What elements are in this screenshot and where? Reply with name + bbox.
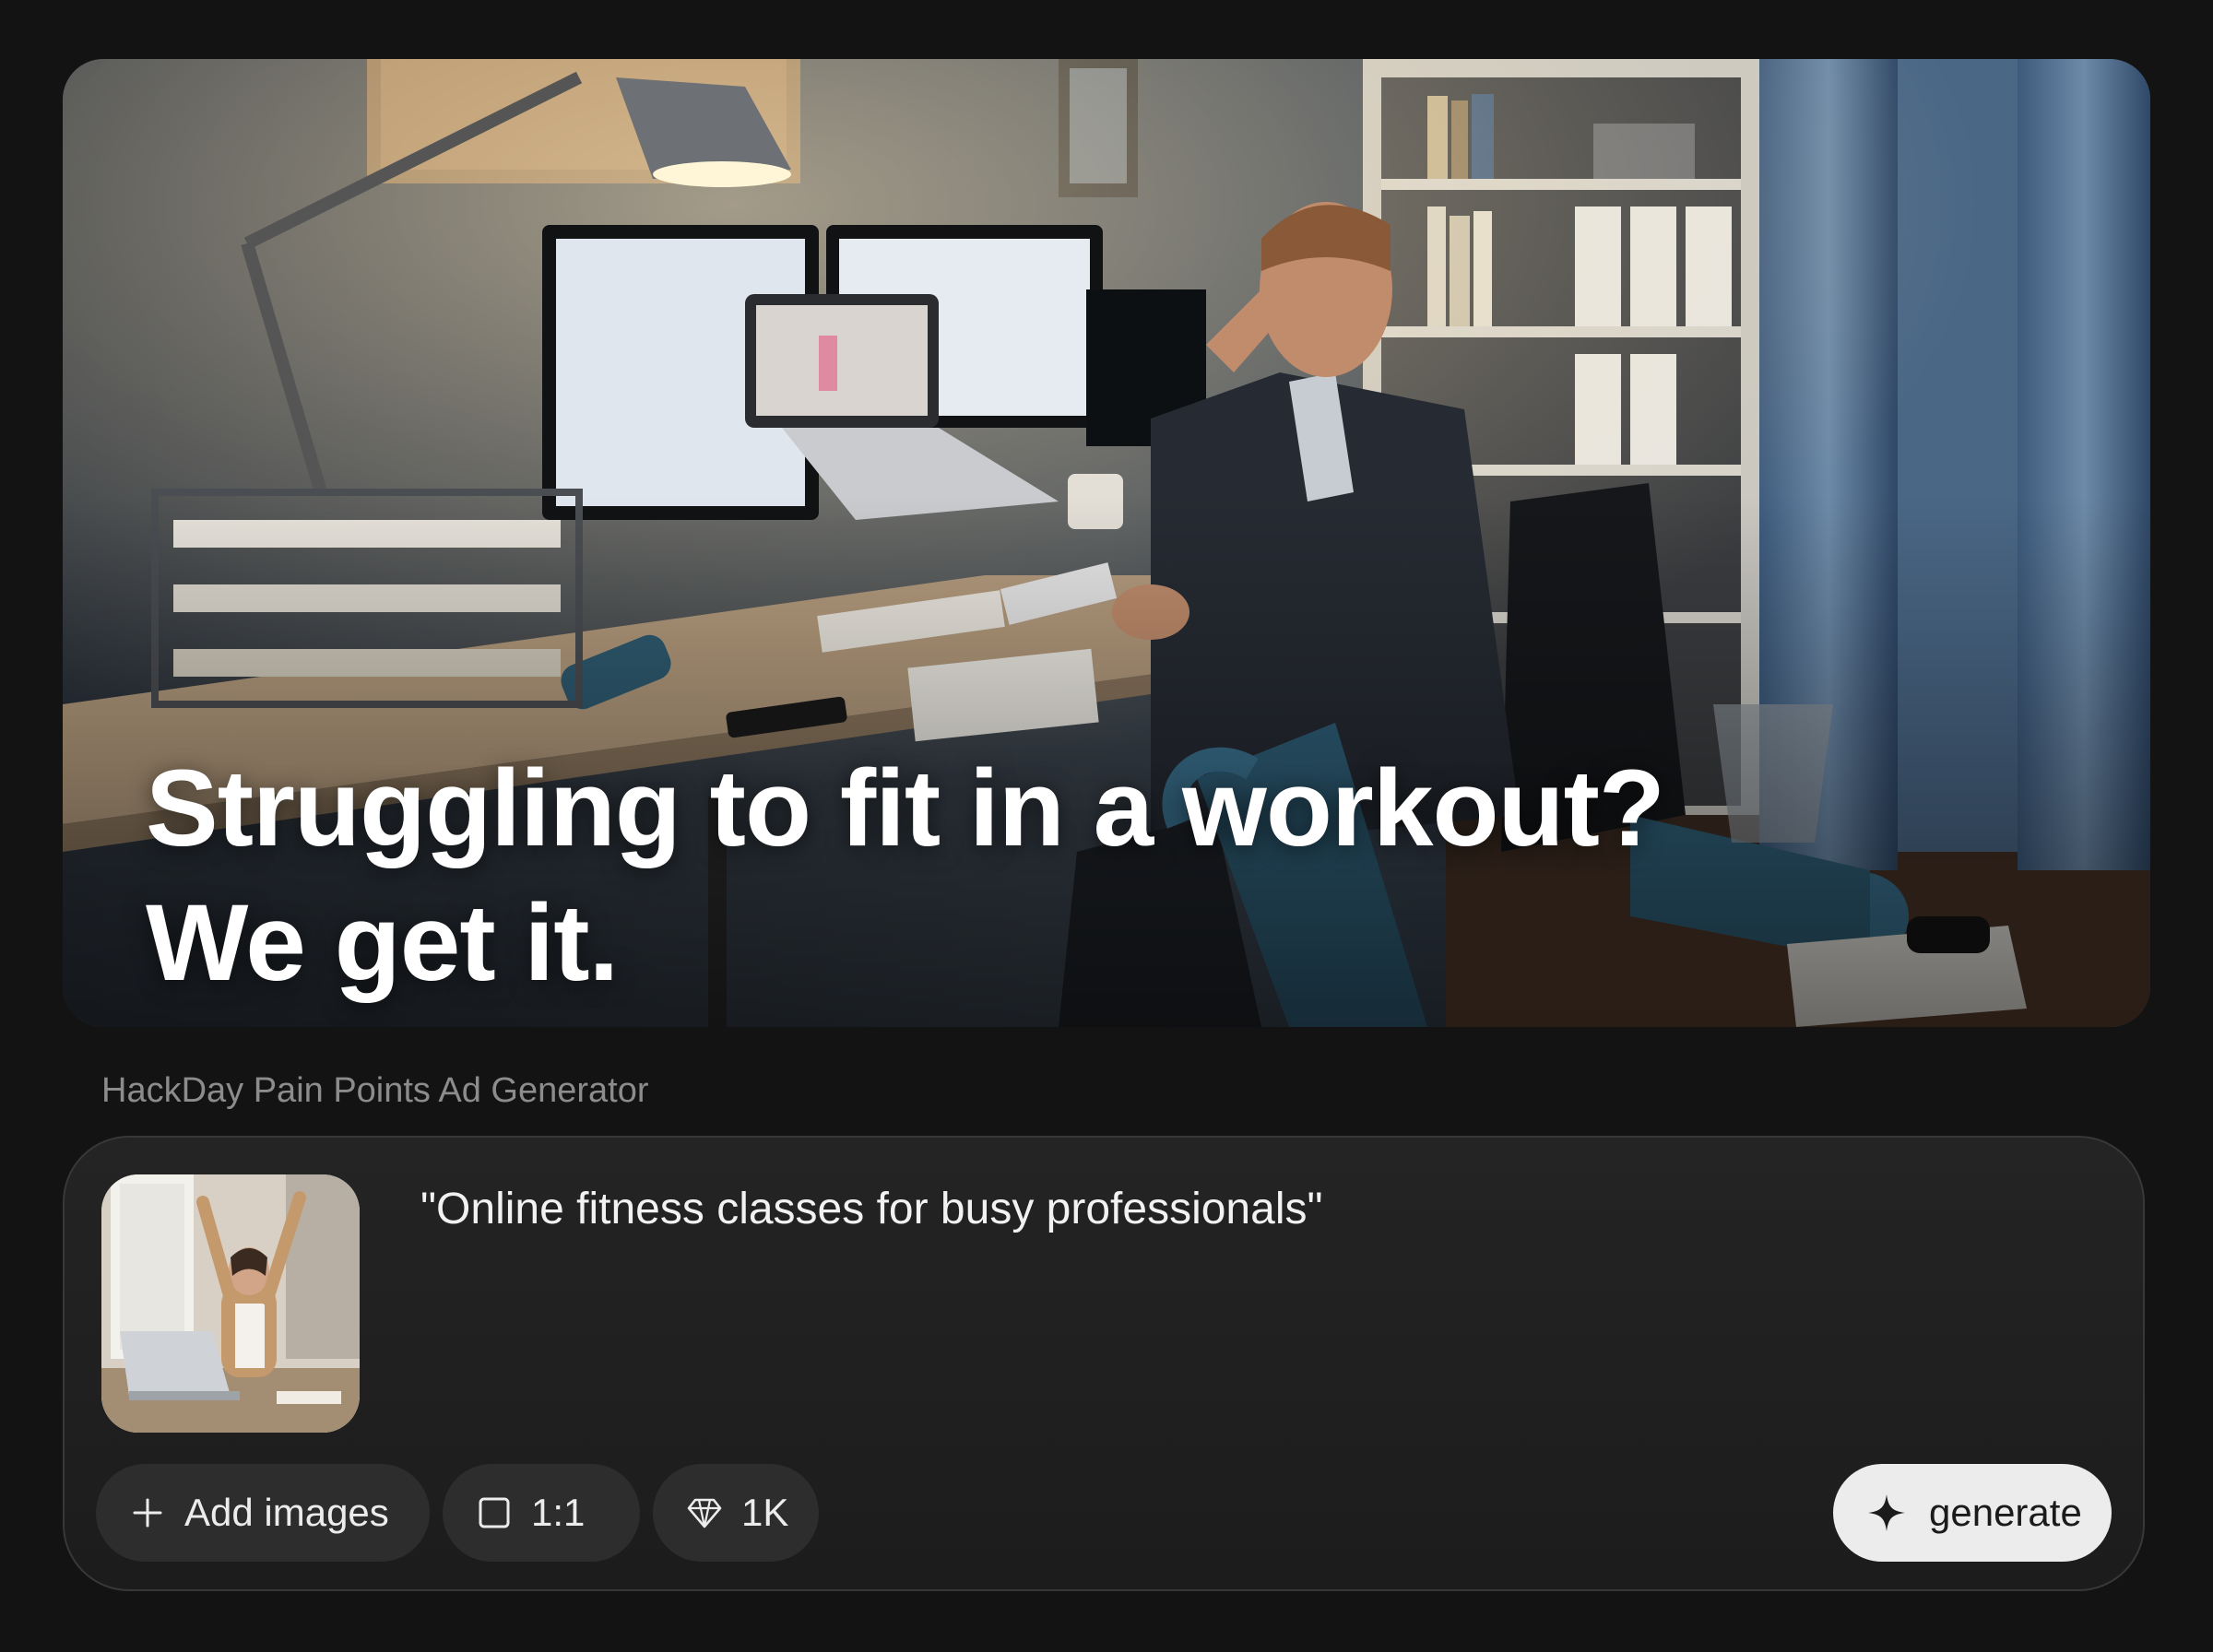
prompt-text[interactable]: "Online fitness classes for busy profess… (420, 1184, 1323, 1234)
aspect-ratio-label: 1:1 (531, 1491, 586, 1534)
prompt-composer: "Online fitness classes for busy profess… (63, 1136, 2145, 1591)
hero-ad-image: Struggling to fit in a workout? We get i… (63, 59, 2150, 1027)
add-images-label: Add images (184, 1491, 389, 1534)
square-icon (479, 1497, 510, 1528)
headline-line-1: Struggling to fit in a workout? (146, 748, 1665, 869)
plus-icon (133, 1498, 162, 1528)
add-images-button[interactable]: Add images (96, 1464, 430, 1562)
hero-headline: Struggling to fit in a workout? We get i… (146, 741, 1665, 1010)
generate-button[interactable]: generate (1833, 1464, 2112, 1562)
headline-line-2: We get it. (146, 882, 619, 1004)
woman-stretching-illustration (101, 1174, 360, 1433)
sparkle-icon (1868, 1494, 1905, 1531)
app-label: HackDay Pain Points Ad Generator (101, 1071, 649, 1110)
diamond-icon (687, 1498, 722, 1528)
generate-label: generate (1929, 1491, 2082, 1534)
resolution-button[interactable]: 1K (653, 1464, 819, 1562)
resolution-label: 1K (741, 1491, 789, 1534)
reference-image-thumbnail[interactable] (101, 1174, 360, 1433)
aspect-ratio-button[interactable]: 1:1 (443, 1464, 640, 1562)
